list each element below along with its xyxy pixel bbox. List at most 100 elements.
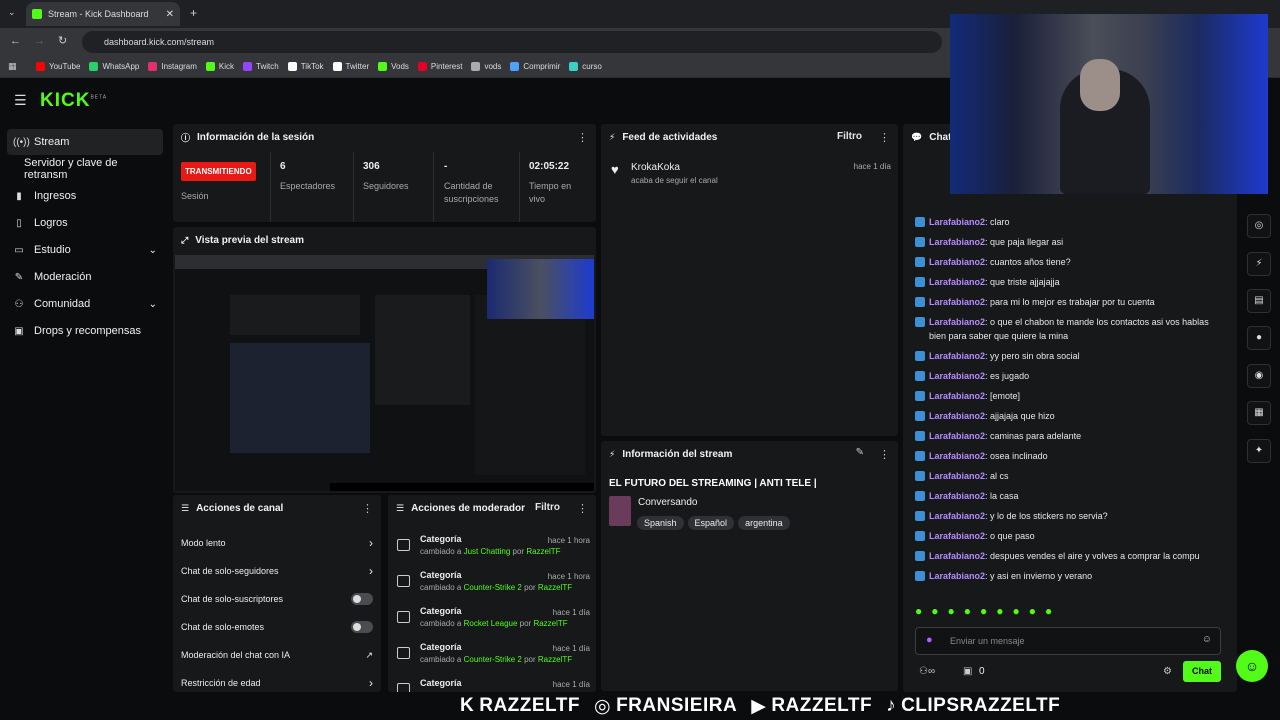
chat-username[interactable]: Larafabiano2	[929, 431, 985, 441]
activity-filter-button[interactable]: Filtro	[837, 131, 862, 142]
chat-username[interactable]: Larafabiano2	[929, 451, 985, 461]
chevron-right-icon[interactable]: ›	[369, 536, 373, 550]
menu-icon[interactable]: ☰	[14, 92, 27, 109]
chat-username[interactable]: Larafabiano2	[929, 277, 985, 287]
tag[interactable]: Spanish	[637, 516, 684, 530]
forward-icon[interactable]: →	[34, 35, 45, 47]
chat-username[interactable]: Larafabiano2	[929, 217, 985, 227]
chat-username[interactable]: Larafabiano2	[929, 531, 985, 541]
channel-actions-more-icon[interactable]: ⋮	[362, 502, 373, 515]
settings-icon[interactable]: ⚙	[1163, 666, 1172, 677]
sidebar-item-2[interactable]: ▮ Ingresos	[7, 183, 163, 209]
apps-grid-icon[interactable]: ▦	[8, 61, 17, 72]
channel-action-row[interactable]: Moderación del chat con IA ↗	[173, 641, 381, 669]
chat-username[interactable]: Larafabiano2	[929, 551, 985, 561]
mod-action-user[interactable]: RazzelTF	[538, 583, 572, 592]
chat-username[interactable]: Larafabiano2	[929, 411, 985, 421]
emote-bar[interactable]: ●●●●●●●●●	[915, 604, 1225, 622]
mic-icon[interactable]: ●	[926, 634, 933, 646]
chat-username[interactable]: Larafabiano2	[929, 257, 985, 267]
mod-action-row: Categoría cambiado a Just Chatting por Ra…	[388, 531, 596, 567]
chevron-right-icon[interactable]: ›	[369, 676, 373, 690]
bookmark-item[interactable]: Instagram	[148, 62, 197, 71]
rail-bolt-icon[interactable]: ⚡	[1247, 252, 1271, 276]
rail-document-icon[interactable]: ▤	[1247, 289, 1271, 313]
chat-send-button[interactable]: Chat	[1183, 661, 1221, 682]
rail-chat-icon[interactable]: ●	[1247, 326, 1271, 350]
channel-action-row[interactable]: Chat de solo-suscriptores	[173, 585, 381, 613]
rail-broadcast-icon[interactable]: ◉	[1247, 364, 1271, 388]
chat-username[interactable]: Larafabiano2	[929, 317, 985, 327]
bookmark-item[interactable]: WhatsApp	[89, 62, 139, 71]
infinity-icon[interactable]: ⚇∞	[919, 666, 935, 677]
live-badge: TRANSMITIENDO	[181, 162, 256, 181]
chat-username[interactable]: Larafabiano2	[929, 391, 985, 401]
stream-preview-video[interactable]	[175, 255, 594, 491]
channel-action-row[interactable]: Modo lento ›	[173, 529, 381, 557]
toggle-switch[interactable]	[351, 621, 373, 633]
mod-action-user[interactable]: RazzelTF	[533, 619, 567, 628]
close-tab-icon[interactable]: ✕	[166, 9, 174, 20]
sidebar-item-4[interactable]: ▭ Estudio ⌄	[7, 237, 163, 263]
sidebar-item-5[interactable]: ✎ Moderación	[7, 264, 163, 290]
chat-input[interactable]: ● Enviar un mensaje ☺	[915, 627, 1221, 655]
channel-action-row[interactable]: Chat de solo-seguidores ›	[173, 557, 381, 585]
bookmark-item[interactable]: TikTok	[287, 62, 324, 71]
chat-username[interactable]: Larafabiano2	[929, 471, 985, 481]
mod-actions-more-icon[interactable]: ⋮	[577, 502, 588, 515]
sidebar-item-6[interactable]: ⚇ Comunidad ⌄	[7, 291, 163, 317]
mod-action-user[interactable]: RazzelTF	[538, 655, 572, 664]
browser-tab[interactable]: Stream - Kick Dashboard ✕	[26, 2, 180, 26]
mod-action-category[interactable]: Just Chatting	[464, 547, 511, 556]
chat-username[interactable]: Larafabiano2	[929, 491, 985, 501]
support-button[interactable]: ☺	[1236, 650, 1268, 682]
bookmark-item[interactable]: YouTube	[36, 62, 80, 71]
sidebar-item-1[interactable]: Servidor y clave de retransm	[7, 156, 163, 182]
back-icon[interactable]: ←	[10, 35, 21, 47]
bookmark-item[interactable]: Comprimir	[510, 62, 560, 71]
chat-username[interactable]: Larafabiano2	[929, 371, 985, 381]
toggle-switch[interactable]	[351, 593, 373, 605]
chat-username[interactable]: Larafabiano2	[929, 571, 985, 581]
sidebar-item-0[interactable]: ((•)) Stream	[7, 129, 163, 155]
mod-action-prefix: cambiado a	[420, 655, 462, 664]
chat-username[interactable]: Larafabiano2	[929, 237, 985, 247]
url-field[interactable]: dashboard.kick.com/stream	[82, 31, 942, 53]
chevron-right-icon[interactable]: ›	[369, 564, 373, 578]
chat-username[interactable]: Larafabiano2	[929, 511, 985, 521]
stream-info-more-icon[interactable]: ⋮	[879, 448, 890, 461]
bookmark-item[interactable]: Twitch	[243, 62, 279, 71]
emoji-icon[interactable]: ☺	[1202, 634, 1212, 645]
bookmark-item[interactable]: vods	[471, 62, 501, 71]
new-tab-icon[interactable]: +	[190, 6, 197, 20]
bookmark-item[interactable]: curso	[569, 62, 602, 71]
bookmark-item[interactable]: Pinterest	[417, 62, 462, 71]
mod-action-category[interactable]: Rocket League	[464, 619, 518, 628]
kick-logo[interactable]: KICKBETA	[40, 90, 107, 112]
bookmark-item[interactable]: Kick	[205, 62, 234, 71]
session-more-icon[interactable]: ⋮	[577, 131, 588, 144]
activity-more-icon[interactable]: ⋮	[879, 131, 890, 144]
rail-stack-icon[interactable]: ▦	[1247, 401, 1271, 425]
mod-action-category[interactable]: Counter-Strike 2	[464, 655, 522, 664]
tag[interactable]: Español	[687, 516, 735, 530]
bookmark-item[interactable]: Vods	[378, 62, 409, 71]
points-icon[interactable]: ▣	[963, 666, 972, 677]
chat-username[interactable]: Larafabiano2	[929, 351, 985, 361]
external-link-icon[interactable]: ↗	[365, 650, 373, 661]
mod-filter-button[interactable]: Filtro	[535, 502, 560, 513]
rail-wrench-icon[interactable]: ✦	[1247, 439, 1271, 463]
tag[interactable]: argentina	[738, 516, 790, 530]
channel-action-row[interactable]: Chat de solo-emotes	[173, 613, 381, 641]
chat-username[interactable]: Larafabiano2	[929, 297, 985, 307]
sidebar-item-7[interactable]: ▣ Drops y recompensas	[7, 318, 163, 344]
sidebar-item-3[interactable]: ▯ Logros	[7, 210, 163, 236]
rail-target-icon[interactable]: ◎	[1247, 214, 1271, 238]
mod-action-category[interactable]: Counter-Strike 2	[464, 583, 522, 592]
channel-action-row[interactable]: Restricción de edad ›	[173, 669, 381, 697]
reload-icon[interactable]: ↻	[58, 34, 67, 47]
tab-list-icon[interactable]: ⌄	[8, 7, 16, 18]
bookmark-item[interactable]: Twitter	[332, 62, 369, 71]
mod-action-user[interactable]: RazzelTF	[526, 547, 560, 556]
edit-icon[interactable]: ✎	[856, 447, 864, 458]
